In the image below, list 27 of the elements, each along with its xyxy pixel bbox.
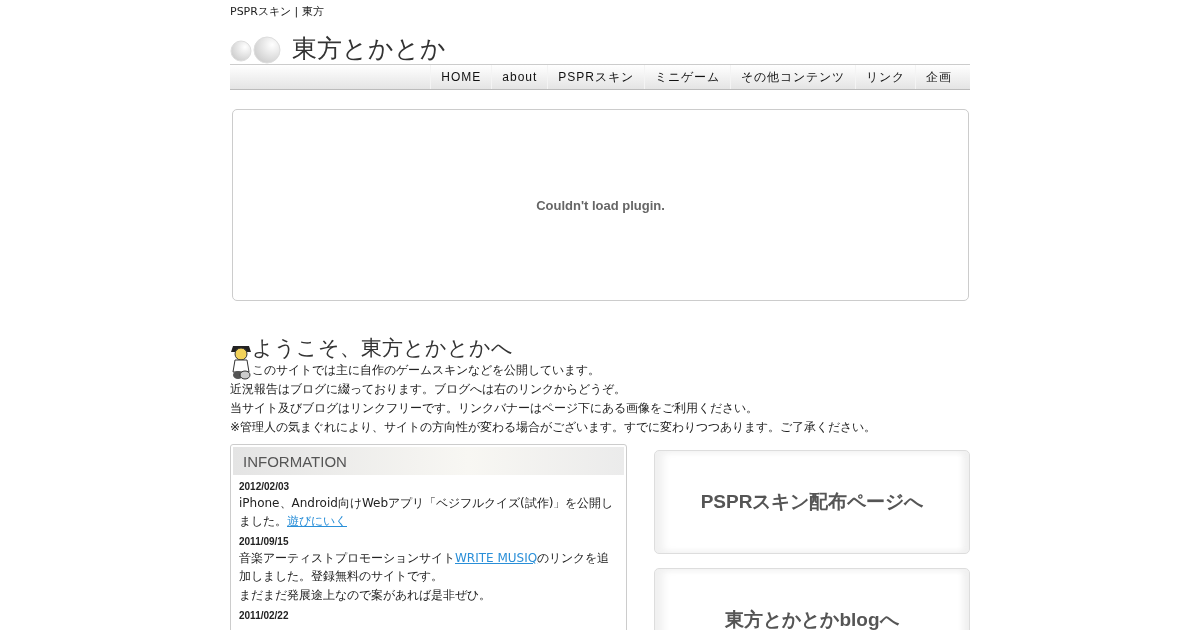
banner-link[interactable]: 東方とかとかblogへ — [654, 568, 970, 630]
entry-text: まだまだ発展途上なので案があれば是非ぜひ。 — [239, 587, 492, 604]
welcome-text: このサイトでは主に自作のゲームスキンなどを公開しています。 — [252, 362, 600, 379]
entry-date: 2012/02/03 — [239, 481, 291, 493]
top-caption: PSPRスキン | 東方 — [230, 4, 325, 20]
welcome-heading: ようこそ、東方とかとかへ — [252, 335, 514, 361]
entry-date: 2011/02/22 — [239, 610, 290, 622]
welcome-text: 当サイト及びブログはリンクフリーです。リンクバナーはページ下にある画像をご利用ください。 — [230, 400, 759, 417]
nav-link[interactable]: リンク — [855, 65, 915, 89]
plugin-message: Couldn't load plugin. — [536, 197, 665, 213]
nav-link[interactable]: 企画 — [915, 65, 962, 89]
entry-text: iPhone、Android向けWebアプリ「ベジフルクイズ(試作)」を公開しました。遊びにいく — [239, 495, 615, 530]
nav-link[interactable]: PSPRスキン — [547, 65, 644, 89]
circles-logo-icon — [230, 36, 282, 64]
entry-link[interactable]: WRITE MUSIQ — [455, 551, 538, 565]
nav-link[interactable]: about — [491, 65, 548, 89]
nav-link[interactable]: ミニゲーム — [644, 65, 730, 89]
nav-link[interactable]: HOME — [430, 65, 492, 89]
welcome-text: ※管理人の気まぐれにより、サイトの方向性が変わる場合がございます。すでに変わりつつあります。ご了承ください。 — [230, 419, 878, 436]
entry-date: 2011/09/15 — [239, 536, 290, 548]
banner-link[interactable]: PSPRスキン配布ページへ — [654, 450, 970, 554]
nav-link[interactable]: その他コンテンツ — [730, 65, 855, 89]
information-title: INFORMATION — [243, 452, 347, 470]
entry-link[interactable]: 遊びにいく — [287, 514, 347, 528]
site-title: 東方とかとか — [292, 34, 446, 64]
entry-text: 音楽アーティストプロモーションサイト WRITE MUSIQのリンクを追加しました。登録無料のサイトです。 — [239, 550, 611, 585]
welcome-text: 近況報告はブログに綴っております。ブログへは右のリンクからどうぞ。 — [230, 381, 627, 398]
